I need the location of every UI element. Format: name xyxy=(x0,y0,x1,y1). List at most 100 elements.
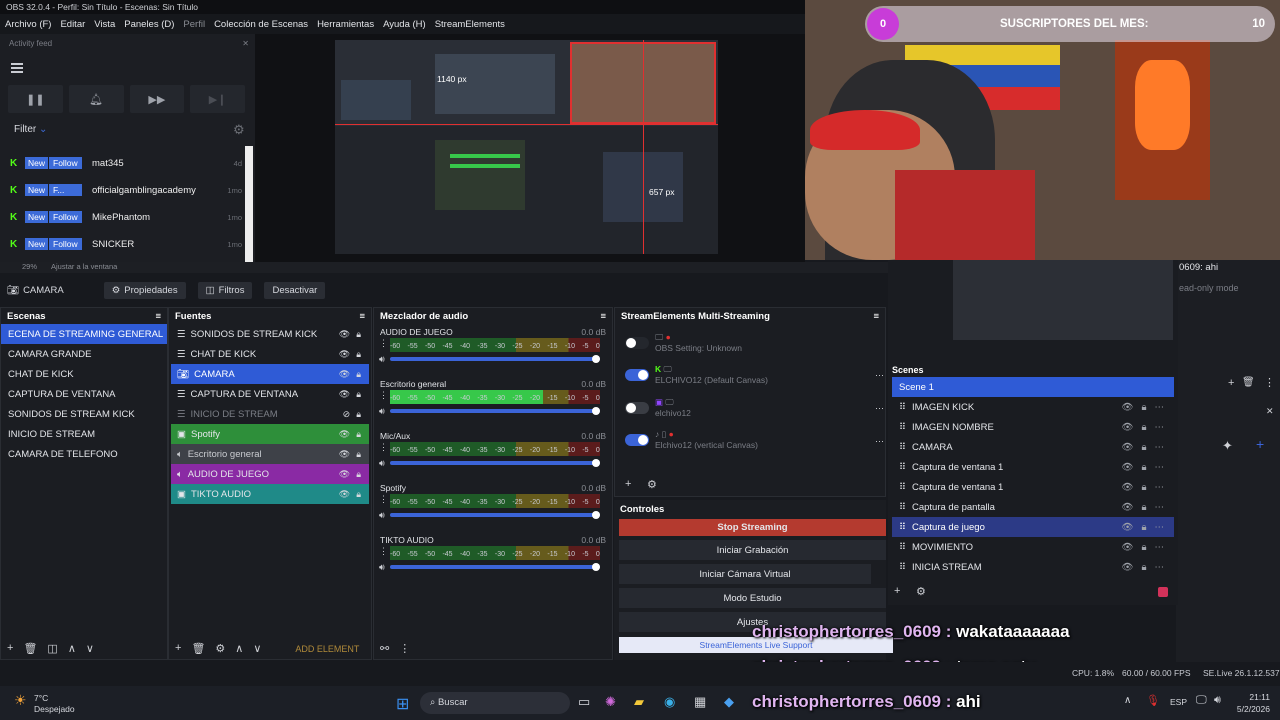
eye-icon[interactable]: 👁︎ xyxy=(339,449,350,460)
source-item[interactable]: 🔈︎ AUDIO DE JUEGO 👁︎ 🔒︎ xyxy=(171,464,369,484)
source-item[interactable]: ☰ INICIO DE STREAM ⊘ 🔒︎ xyxy=(171,404,369,424)
close-icon[interactable]: ✕ xyxy=(242,39,249,48)
scene-item[interactable]: INICIO DE STREAM xyxy=(1,424,167,444)
zoom-fit[interactable]: Ajustar a la ventana xyxy=(51,262,117,271)
store-icon[interactable]: ▦ xyxy=(694,694,706,710)
lock-icon[interactable]: 🔒︎ xyxy=(1141,502,1146,513)
menu-icon[interactable] xyxy=(11,63,23,73)
eye-icon[interactable]: 👁︎ xyxy=(1121,502,1133,513)
dock-menu-icon[interactable]: ≡ xyxy=(359,311,365,322)
menu-vista[interactable]: Vista xyxy=(94,19,115,30)
scene2-item[interactable]: ⠿ MOVIMIENTO 👁︎ 🔒︎ ⋯ xyxy=(892,537,1174,557)
eye-icon[interactable]: 👁︎ xyxy=(339,489,350,500)
more-icon[interactable]: ⋮ xyxy=(379,338,388,349)
lock-icon[interactable]: 🔒︎ xyxy=(1141,422,1146,433)
scene-item[interactable]: CAPTURA DE VENTANA xyxy=(1,384,167,404)
eye-icon[interactable]: 👁︎ xyxy=(1121,402,1133,413)
filter-dropdown[interactable]: Filter ⌄ xyxy=(14,124,47,135)
add-icon[interactable]: + xyxy=(625,478,631,490)
source-item[interactable]: 📷︎ CAMARA 👁︎ 🔒︎ xyxy=(171,364,369,384)
more-icon[interactable]: ⋯ xyxy=(1155,502,1165,513)
down-icon[interactable]: ∨ xyxy=(86,642,94,655)
dock-menu-icon[interactable]: ≡ xyxy=(600,311,606,322)
eye-icon[interactable]: 👁︎ xyxy=(339,349,350,360)
menu-coleccion[interactable]: Colección de Escenas xyxy=(214,19,308,30)
lock-icon[interactable]: 🔒︎ xyxy=(356,349,361,360)
scene2-item[interactable]: ⠿ Captura de pantalla 👁︎ 🔒︎ ⋯ xyxy=(892,497,1174,517)
trash-icon[interactable]: 🗑︎ xyxy=(191,642,205,655)
close-icon[interactable]: ✕ xyxy=(1266,406,1274,417)
more-icon[interactable]: ⋯ xyxy=(1155,542,1165,553)
add-element-button[interactable]: ADD ELEMENT xyxy=(295,642,359,655)
drag-handle-icon[interactable]: ⠿ xyxy=(899,522,906,533)
more-icon[interactable]: ⋯ xyxy=(1155,562,1165,573)
disable-button[interactable]: Desactivar xyxy=(264,281,326,299)
scene-item[interactable]: CAMARA GRANDE xyxy=(1,344,167,364)
lock-icon[interactable]: 🔒︎ xyxy=(1141,562,1146,573)
menu-editar[interactable]: Editar xyxy=(60,19,85,30)
drag-handle-icon[interactable]: ⠿ xyxy=(899,442,906,453)
source-item[interactable]: ▣ Spotify 👁︎ 🔒︎ xyxy=(171,424,369,444)
drag-handle-icon[interactable]: ⠿ xyxy=(899,542,906,553)
drag-handle-icon[interactable]: ⠿ xyxy=(899,462,906,473)
bell-button[interactable]: 🔔︎ xyxy=(68,85,124,113)
record-icon[interactable] xyxy=(1158,587,1168,597)
link-icon[interactable]: ⚯ xyxy=(380,642,389,655)
scene2-item[interactable]: ⠿ IMAGEN KICK 👁︎ 🔒︎ ⋯ xyxy=(892,397,1174,417)
more-icon[interactable]: ⋮ xyxy=(399,642,410,655)
scene2-item[interactable]: ⠿ INICIA STREAM 👁︎ 🔒︎ ⋯ xyxy=(892,557,1174,577)
gear-icon[interactable]: ⚙ xyxy=(233,122,245,138)
more-icon[interactable]: ⋯ xyxy=(1155,462,1165,473)
volume-slider[interactable] xyxy=(390,563,600,571)
menu-perfil[interactable]: Perfil xyxy=(183,19,205,30)
lock-icon[interactable]: 🔒︎ xyxy=(356,369,361,380)
network-icon[interactable]: 🖵︎ xyxy=(1196,694,1207,707)
start-recording-button[interactable]: Iniciar Grabación xyxy=(619,540,886,560)
lock-icon[interactable]: 🔒︎ xyxy=(356,469,361,480)
eye-icon[interactable]: 👁︎ xyxy=(339,469,350,480)
dock-menu-icon[interactable]: ≡ xyxy=(155,311,161,322)
menu-paneles[interactable]: Paneles (D) xyxy=(124,19,174,30)
add-icon[interactable]: + xyxy=(7,642,13,655)
more-icon[interactable]: ⋯ xyxy=(1155,522,1165,533)
scene2-item[interactable]: ⠿ Captura de ventana 1 👁︎ 🔒︎ ⋯ xyxy=(892,457,1174,477)
lock-icon[interactable]: 🔒︎ xyxy=(1141,402,1146,413)
speaker-icon[interactable]: 🔊︎ xyxy=(379,354,385,365)
speaker-icon[interactable]: 🔊︎ xyxy=(379,510,385,521)
drag-handle-icon[interactable]: ⠿ xyxy=(899,422,906,433)
volume-slider[interactable] xyxy=(390,407,600,415)
more-icon[interactable]: ⋮ xyxy=(379,546,388,557)
dock-menu-icon[interactable]: ≡ xyxy=(873,311,879,322)
more-icon[interactable]: ⋮ xyxy=(379,390,388,401)
lock-icon[interactable]: 🔒︎ xyxy=(356,409,361,420)
eye-icon[interactable]: 👁︎ xyxy=(1121,562,1133,573)
source-item[interactable]: 🔈︎ Escritorio general 👁︎ 🔒︎ xyxy=(171,444,369,464)
add-icon[interactable]: + xyxy=(1228,377,1234,389)
add-icon[interactable]: + xyxy=(175,642,181,655)
down-icon[interactable]: ∨ xyxy=(253,642,261,655)
more-icon[interactable]: ⋯ xyxy=(875,403,884,414)
gear-icon[interactable]: ⚙ xyxy=(647,478,657,491)
windows-icon[interactable]: ⊞ xyxy=(396,694,409,714)
scene2-selected[interactable]: Scene 1 xyxy=(892,377,1174,397)
speaker-icon[interactable]: 🔊︎ xyxy=(379,406,385,417)
eye-icon[interactable]: 👁︎ xyxy=(1121,482,1133,493)
pause-button[interactable]: ❚❚ xyxy=(8,85,63,113)
menu-herramientas[interactable]: Herramientas xyxy=(317,19,374,30)
more-icon[interactable]: ⋯ xyxy=(1155,402,1165,413)
eye-icon[interactable]: 👁︎ xyxy=(1121,542,1133,553)
scene-item[interactable]: CAMARA DE TELEFONO xyxy=(1,444,167,464)
scene-item[interactable]: ECENA DE STREAMING GENERAL xyxy=(1,324,167,344)
more-icon[interactable]: ⋯ xyxy=(1155,422,1165,433)
drag-handle-icon[interactable]: ⠿ xyxy=(899,562,906,573)
eye-off-icon[interactable]: ⊘ xyxy=(343,409,351,420)
toggle-switch[interactable] xyxy=(625,402,649,414)
eye-icon[interactable]: 👁︎ xyxy=(1121,442,1133,453)
speaker-icon[interactable]: 🔊︎ xyxy=(379,562,385,573)
skip-button[interactable]: ▶▶ xyxy=(129,85,185,113)
search-box[interactable]: ⌕ Buscar xyxy=(420,692,570,714)
sparkle-icon[interactable]: ✦ xyxy=(1222,438,1233,454)
filters-button[interactable]: ◫ Filtros xyxy=(197,281,253,299)
more-icon[interactable]: ⋯ xyxy=(1155,482,1165,493)
lock-icon[interactable]: 🔒︎ xyxy=(356,389,361,400)
